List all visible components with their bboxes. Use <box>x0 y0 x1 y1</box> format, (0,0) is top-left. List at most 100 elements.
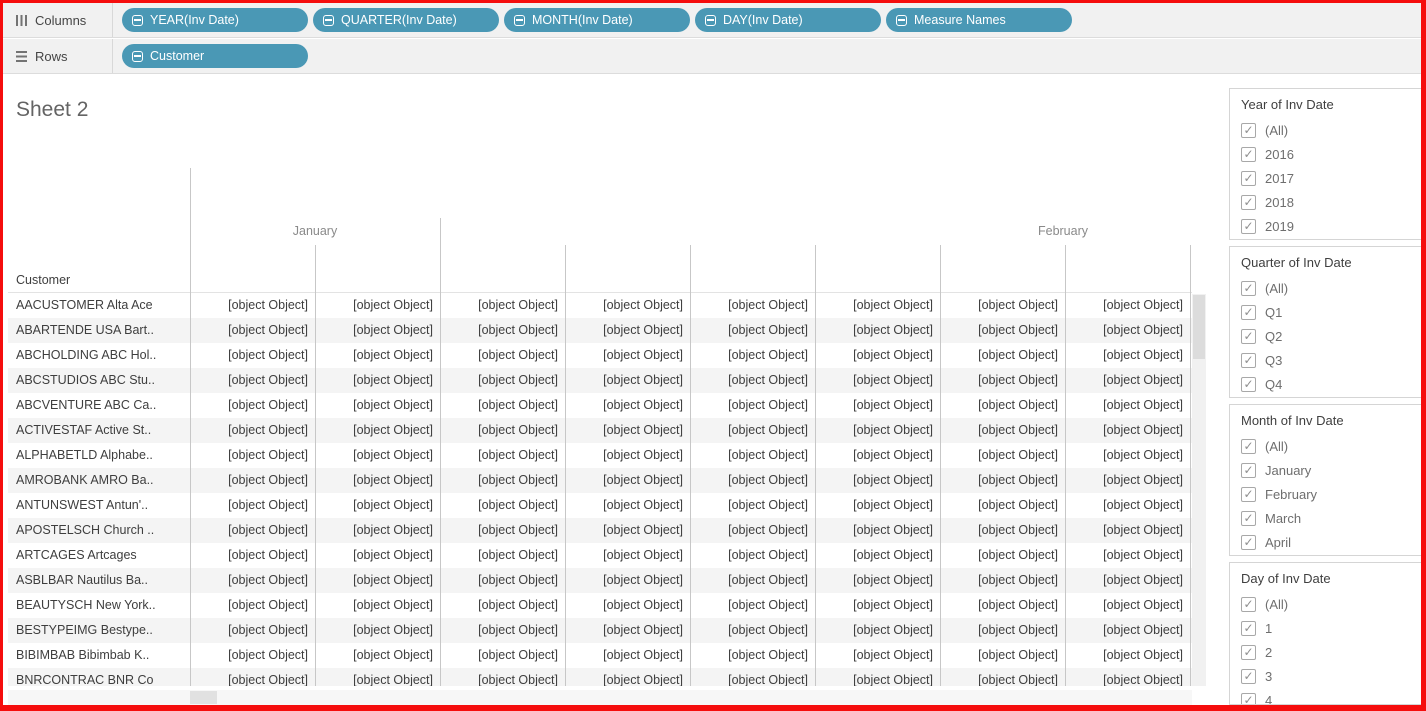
sales-value-cell[interactable]: [object Object] <box>690 343 815 368</box>
checkbox[interactable]: ✓ <box>1241 438 1256 454</box>
checkbox[interactable]: ✓ <box>1241 122 1256 138</box>
sales-value-cell[interactable]: [object Object] <box>690 318 815 343</box>
sales-value-cell[interactable]: [object Object] <box>190 643 315 668</box>
sales-value-cell[interactable]: [object Object] <box>690 593 815 618</box>
sales-value-cell[interactable]: [object Object] <box>565 668 690 686</box>
sales-value-cell[interactable]: [object Object] <box>315 418 440 443</box>
column-pill[interactable]: MONTH(Inv Date) <box>504 8 690 32</box>
column-pill[interactable]: DAY(Inv Date) <box>695 8 881 32</box>
sales-value-cell[interactable]: [object Object] <box>440 493 565 518</box>
filter-item[interactable]: ✓ (All) <box>1241 118 1422 142</box>
sales-value-cell[interactable]: [object Object] <box>565 643 690 668</box>
sales-value-cell[interactable]: [object Object] <box>190 293 315 318</box>
sales-value-cell[interactable]: [object Object] <box>815 518 940 543</box>
sales-value-cell[interactable]: [object Object] <box>315 668 440 686</box>
sales-value-cell[interactable]: [object Object] <box>190 618 315 643</box>
sales-value-cell[interactable]: [object Object] <box>565 343 690 368</box>
sales-value-cell[interactable]: [object Object] <box>690 468 815 493</box>
sales-value-cell[interactable]: [object Object] <box>815 543 940 568</box>
collapse-minus-icon[interactable] <box>514 14 525 26</box>
filter-item[interactable]: ✓ 4 <box>1241 688 1422 704</box>
sales-value-cell[interactable]: [object Object] <box>190 343 315 368</box>
sales-value-cell[interactable]: [object Object] <box>940 618 1065 643</box>
sales-value-cell[interactable]: [object Object] <box>1065 318 1190 343</box>
customer-label[interactable]: AACUSTOMER Alta Ace <box>8 293 190 318</box>
filter-item[interactable]: ✓ 2016 <box>1241 142 1422 166</box>
sales-value-cell[interactable]: [object Object] <box>1065 443 1190 468</box>
sales-value-cell[interactable]: [object Object] <box>440 568 565 593</box>
sales-value-cell[interactable]: [object Object] <box>815 468 940 493</box>
sales-value-cell[interactable]: [object Object] <box>565 393 690 418</box>
filter-item[interactable]: ✓ (All) <box>1241 276 1422 300</box>
sales-value-cell[interactable]: [object Object] <box>315 343 440 368</box>
sales-value-cell[interactable]: [object Object] <box>815 393 940 418</box>
sales-value-cell[interactable]: [object Object] <box>440 343 565 368</box>
collapse-minus-icon[interactable] <box>132 14 143 26</box>
customer-label[interactable]: ABCVENTURE ABC Ca.. <box>8 393 190 418</box>
filter-item[interactable]: ✓ (All) <box>1241 592 1422 616</box>
customer-label[interactable]: ABARTENDE USA Bart.. <box>8 318 190 343</box>
sales-value-cell[interactable]: [object Object] <box>815 443 940 468</box>
sales-value-cell[interactable]: [object Object] <box>690 493 815 518</box>
sales-value-cell[interactable]: [object Object] <box>565 368 690 393</box>
vertical-scrollbar-thumb[interactable] <box>1193 295 1205 359</box>
column-pill[interactable]: YEAR(Inv Date) <box>122 8 308 32</box>
checkbox[interactable]: ✓ <box>1241 692 1256 704</box>
customer-label[interactable]: BEAUTYSCH New York.. <box>8 593 190 618</box>
filter-item[interactable]: ✓ Q1 <box>1241 300 1422 324</box>
customer-label[interactable]: AMROBANK AMRO Ba.. <box>8 468 190 493</box>
month-label-february[interactable]: February <box>963 224 1163 238</box>
sales-value-cell[interactable]: [object Object] <box>190 668 315 686</box>
sales-value-cell[interactable]: [object Object] <box>1065 393 1190 418</box>
sales-value-cell[interactable]: [object Object] <box>440 643 565 668</box>
sales-value-cell[interactable]: [object Object] <box>190 518 315 543</box>
checkbox[interactable]: ✓ <box>1241 644 1256 660</box>
sales-value-cell[interactable]: [object Object] <box>315 518 440 543</box>
checkbox[interactable]: ✓ <box>1241 534 1256 550</box>
filter-item[interactable]: ✓ 2017 <box>1241 166 1422 190</box>
sales-value-cell[interactable]: [object Object] <box>815 568 940 593</box>
sales-value-cell[interactable]: [object Object] <box>690 443 815 468</box>
sales-value-cell[interactable]: [object Object] <box>315 493 440 518</box>
sales-value-cell[interactable]: [object Object] <box>690 668 815 686</box>
sales-value-cell[interactable]: [object Object] <box>190 368 315 393</box>
collapse-minus-icon[interactable] <box>323 14 334 26</box>
sales-value-cell[interactable]: [object Object] <box>940 343 1065 368</box>
sales-value-cell[interactable]: [object Object] <box>315 443 440 468</box>
sales-value-cell[interactable]: [object Object] <box>690 293 815 318</box>
sales-value-cell[interactable]: [object Object] <box>815 368 940 393</box>
sales-value-cell[interactable]: [object Object] <box>1065 343 1190 368</box>
customer-label[interactable]: ARTCAGES Artcages <box>8 543 190 568</box>
horizontal-scrollbar[interactable] <box>8 690 1192 705</box>
filter-item[interactable]: ✓ 2018 <box>1241 190 1422 214</box>
sales-value-cell[interactable]: [object Object] <box>940 668 1065 686</box>
sales-value-cell[interactable]: [object Object] <box>690 568 815 593</box>
sales-value-cell[interactable]: [object Object] <box>690 418 815 443</box>
sales-value-cell[interactable]: [object Object] <box>440 618 565 643</box>
sales-value-cell[interactable]: [object Object] <box>690 368 815 393</box>
sales-value-cell[interactable]: [object Object] <box>565 293 690 318</box>
checkbox[interactable]: ✓ <box>1241 170 1256 186</box>
filter-item[interactable]: ✓ 2 <box>1241 640 1422 664</box>
customer-label[interactable]: BESTYPEIMG Bestype.. <box>8 618 190 643</box>
sales-value-cell[interactable]: [object Object] <box>940 568 1065 593</box>
sales-value-cell[interactable]: [object Object] <box>940 318 1065 343</box>
filter-item[interactable]: ✓ 3 <box>1241 664 1422 688</box>
sales-value-cell[interactable]: [object Object] <box>440 418 565 443</box>
sales-value-cell[interactable]: [object Object] <box>940 543 1065 568</box>
sales-value-cell[interactable]: [object Object] <box>940 468 1065 493</box>
sales-value-cell[interactable]: [object Object] <box>940 368 1065 393</box>
sales-value-cell[interactable]: [object Object] <box>190 318 315 343</box>
sales-value-cell[interactable]: [object Object] <box>440 468 565 493</box>
checkbox[interactable]: ✓ <box>1241 486 1256 502</box>
sales-value-cell[interactable]: [object Object] <box>940 393 1065 418</box>
sales-value-cell[interactable]: [object Object] <box>1065 518 1190 543</box>
filter-item[interactable]: ✓ January <box>1241 458 1422 482</box>
checkbox[interactable]: ✓ <box>1241 194 1256 210</box>
sales-value-cell[interactable]: [object Object] <box>565 618 690 643</box>
sales-value-cell[interactable]: [object Object] <box>565 493 690 518</box>
sales-value-cell[interactable]: [object Object] <box>815 418 940 443</box>
sales-value-cell[interactable]: [object Object] <box>1065 593 1190 618</box>
sales-value-cell[interactable]: [object Object] <box>565 443 690 468</box>
customer-label[interactable]: ABCHOLDING ABC Hol.. <box>8 343 190 368</box>
